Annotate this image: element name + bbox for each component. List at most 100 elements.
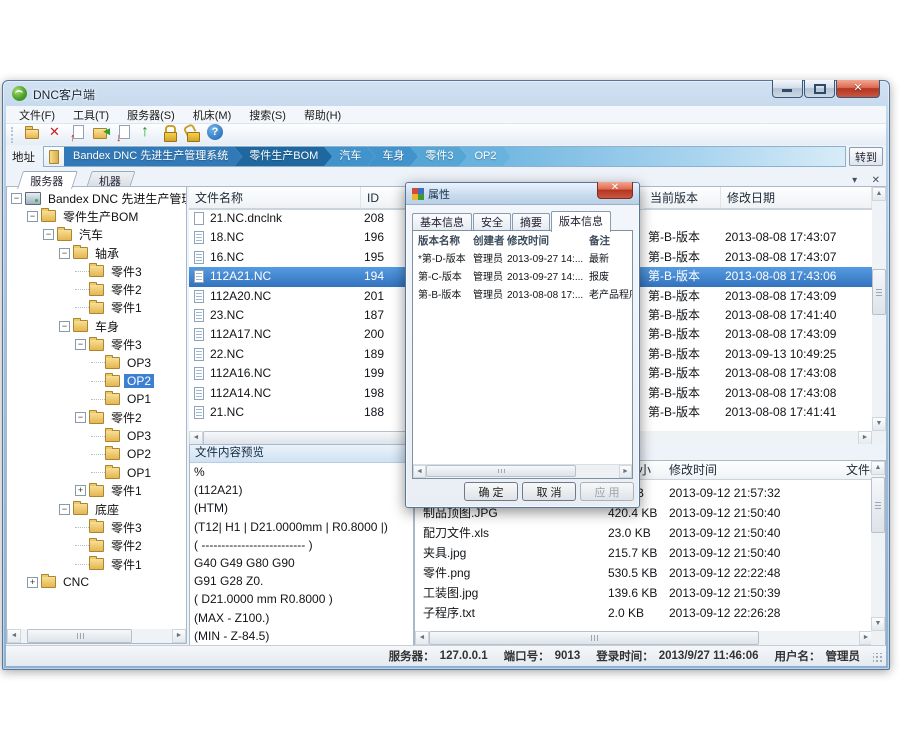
tree-node[interactable]: OP3 (7, 427, 186, 445)
tree-node[interactable]: +CNC (7, 573, 186, 591)
scrollbar-thumb[interactable] (871, 477, 885, 533)
breadcrumb-segment[interactable]: Bandex DNC 先进生产管理系统 (64, 147, 242, 166)
collapse-icon[interactable]: − (75, 412, 86, 423)
chevron-down-icon[interactable] (852, 170, 867, 187)
upload-icon[interactable] (137, 123, 156, 142)
tree-node[interactable]: OP3 (7, 354, 186, 372)
scroll-up-icon[interactable]: ▲ (872, 187, 886, 201)
column-header[interactable]: ID (361, 187, 411, 209)
tree-node[interactable]: 零件2 (7, 537, 186, 555)
scroll-left-icon[interactable]: ◄ (415, 631, 429, 645)
view-tab[interactable]: 服务器 (17, 171, 78, 189)
menu-item[interactable]: 工具(T) (64, 106, 118, 124)
resize-grip[interactable] (873, 653, 883, 663)
expand-icon[interactable]: + (27, 577, 38, 588)
menu-item[interactable]: 文件(F) (10, 106, 64, 124)
attachment-row[interactable]: 子程序.txt2.0 KB2013-09-12 22:26:28 (415, 603, 873, 623)
minimize-icon[interactable] (772, 80, 803, 98)
scroll-down-icon[interactable]: ▼ (871, 617, 885, 631)
attachment-row[interactable]: 夹具.jpg215.7 KB2013-09-12 21:50:40 (415, 543, 873, 563)
attachment-row[interactable]: 配刀文件.xls23.0 KB2013-09-12 21:50:40 (415, 523, 873, 543)
tree-node[interactable]: 零件2 (7, 280, 186, 298)
collapse-icon[interactable]: − (43, 229, 54, 240)
menu-item[interactable]: 服务器(S) (118, 106, 184, 124)
collapse-icon[interactable]: − (11, 193, 22, 204)
tree-node[interactable]: −零件3 (7, 335, 186, 353)
attachment-row[interactable]: 工装图.jpg139.6 KB2013-09-12 21:50:39 (415, 583, 873, 603)
close-icon[interactable] (836, 80, 880, 98)
title-bar[interactable]: DNC客户端 (3, 81, 889, 106)
menu-item[interactable]: 搜索(S) (240, 106, 295, 124)
column-header[interactable]: 备注 (589, 233, 610, 249)
tree-node[interactable]: 零件1 (7, 299, 186, 317)
close-tab-icon[interactable] (872, 170, 880, 187)
tree-node[interactable]: 零件1 (7, 555, 186, 573)
scrollbar-thumb[interactable] (27, 629, 132, 643)
unlock-icon[interactable] (183, 123, 202, 142)
column-header[interactable]: 修改日期 (721, 187, 872, 209)
tree-node[interactable]: +零件1 (7, 482, 186, 500)
column-header[interactable]: 当前版本 (644, 187, 721, 209)
dialog-tab[interactable]: 版本信息 (551, 211, 611, 232)
tree-node[interactable]: 零件3 (7, 518, 186, 536)
menu-item[interactable]: 帮助(H) (295, 106, 350, 124)
breadcrumb-segment[interactable]: 零件生产BOM (234, 147, 332, 166)
collapse-icon[interactable]: − (59, 321, 70, 332)
tree-node[interactable]: −Bandex DNC 先进生产管理系统 (7, 189, 186, 207)
column-header[interactable]: 修改时间 (507, 233, 549, 249)
view-tab[interactable]: 机器 (86, 171, 135, 187)
tree-node[interactable]: OP2 (7, 372, 186, 390)
attachment-vscrollbar[interactable]: ▲ ▼ (871, 461, 885, 631)
scroll-left-icon[interactable]: ◄ (7, 629, 21, 643)
scroll-left-icon[interactable]: ◄ (413, 465, 426, 478)
delete-icon[interactable] (45, 123, 64, 142)
tree-node[interactable]: −轴承 (7, 244, 186, 262)
tree-node[interactable]: −零件2 (7, 409, 186, 427)
attachment-hscrollbar[interactable]: ◄ ► (415, 631, 873, 645)
tree-node[interactable]: OP1 (7, 390, 186, 408)
collapse-icon[interactable]: − (59, 504, 70, 515)
ok-button[interactable]: 确 定 (464, 482, 518, 501)
breadcrumb-segment[interactable]: 零件3 (410, 147, 467, 166)
dialog-title-bar[interactable]: 属性 (406, 183, 639, 205)
cancel-button[interactable]: 取 消 (522, 482, 576, 501)
file-checkin-icon[interactable] (68, 123, 87, 142)
tree-node[interactable]: −汽车 (7, 226, 186, 244)
go-button[interactable]: 转到 (849, 147, 883, 166)
scroll-left-icon[interactable]: ◄ (189, 431, 203, 444)
scroll-right-icon[interactable]: ► (172, 629, 186, 643)
dialog-close-icon[interactable] (597, 182, 633, 199)
tree-node[interactable]: OP2 (7, 445, 186, 463)
scroll-right-icon[interactable]: ► (858, 431, 872, 444)
collapse-icon[interactable]: − (27, 211, 38, 222)
scroll-right-icon[interactable]: ► (619, 465, 632, 478)
new-folder-icon[interactable] (22, 123, 41, 142)
tree-node[interactable]: −底座 (7, 500, 186, 518)
toolbar-grip[interactable] (11, 127, 17, 143)
expand-icon[interactable]: + (75, 485, 86, 496)
scroll-down-icon[interactable]: ▼ (872, 417, 886, 431)
collapse-icon[interactable]: − (75, 339, 86, 350)
maximize-icon[interactable] (804, 80, 835, 98)
menu-item[interactable]: 机床(M) (184, 106, 241, 124)
tree-hscrollbar[interactable]: ◄ ► (7, 629, 186, 643)
file-checkout-icon[interactable] (114, 123, 133, 142)
scrollbar-thumb[interactable] (426, 465, 576, 477)
help-icon[interactable] (206, 123, 225, 142)
scroll-up-icon[interactable]: ▲ (871, 461, 885, 475)
tree-node[interactable]: −零件生产BOM (7, 207, 186, 225)
scrollbar-thumb[interactable] (872, 269, 886, 315)
scrollbar-thumb[interactable] (429, 631, 759, 645)
column-header[interactable]: 修改时间 (669, 461, 717, 479)
folder-import-icon[interactable] (91, 123, 110, 142)
dialog-hscrollbar[interactable]: ◄ ► (413, 464, 632, 478)
column-header[interactable]: 版本名称 (418, 233, 460, 249)
collapse-icon[interactable]: − (59, 248, 70, 259)
tree-node[interactable]: −车身 (7, 317, 186, 335)
tree-node[interactable]: 零件3 (7, 262, 186, 280)
tree-node[interactable]: OP1 (7, 463, 186, 481)
column-header[interactable]: 创建者 (473, 233, 505, 249)
attachment-row[interactable]: 零件.png530.5 KB2013-09-12 22:22:48 (415, 563, 873, 583)
column-header[interactable]: 文件名称 (189, 187, 361, 209)
file-list-vscrollbar[interactable]: ▲ ▼ (872, 187, 886, 431)
